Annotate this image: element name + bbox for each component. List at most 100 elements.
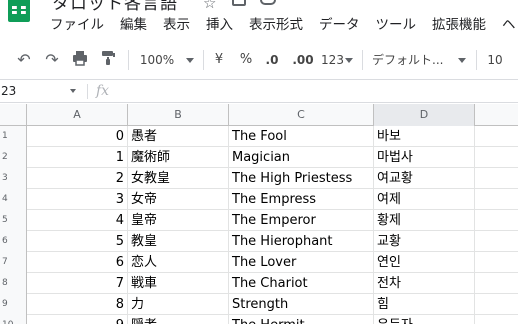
cell-b[interactable]: 戦車 — [128, 273, 229, 294]
cell-b[interactable]: 隠者 — [128, 315, 229, 324]
cell-d[interactable]: 마법사 — [374, 147, 475, 168]
cell-e[interactable] — [475, 126, 518, 147]
font-select[interactable]: デフォルト... — [372, 40, 470, 80]
spreadsheet-grid: A B C D 1 0 愚者 The Fool 바보 2 1 魔術師 Magician 마법사 3 2… — [0, 104, 518, 324]
cell-c[interactable]: Magician — [229, 147, 374, 168]
menu-view[interactable]: 表示 — [163, 15, 190, 35]
cell-d[interactable]: 연인 — [374, 252, 475, 273]
cell-e[interactable] — [475, 210, 518, 231]
cell-e[interactable] — [475, 273, 518, 294]
cell-c[interactable]: The Empress — [229, 189, 374, 210]
row-header[interactable]: 3 — [0, 168, 27, 189]
cell-d[interactable]: 황제 — [374, 210, 475, 231]
cell-d[interactable]: 바보 — [374, 126, 475, 147]
document-title[interactable]: タロット各言語 — [52, 0, 178, 14]
paint-format-icon[interactable] — [98, 50, 118, 70]
percent-format-button[interactable]: % — [236, 40, 256, 80]
select-all-corner[interactable] — [0, 104, 27, 126]
row-header[interactable]: 6 — [0, 231, 27, 252]
row-header[interactable]: 9 — [0, 294, 27, 315]
cell-c[interactable]: Strength — [229, 294, 374, 315]
menu-tools[interactable]: ツール — [376, 15, 417, 35]
column-header-e[interactable] — [475, 104, 518, 126]
cloud-status-icon[interactable] — [260, 0, 276, 5]
column-header-c[interactable]: C — [229, 104, 374, 126]
cell-c[interactable]: The High Priestess — [229, 168, 374, 189]
cell-d[interactable]: 여제 — [374, 189, 475, 210]
undo-icon[interactable]: ↶ — [14, 50, 34, 70]
cell-a[interactable]: 5 — [27, 231, 128, 252]
cell-e[interactable] — [475, 315, 518, 324]
star-icon[interactable]: ☆ — [203, 0, 216, 12]
cell-a[interactable]: 4 — [27, 210, 128, 231]
row-header[interactable]: 8 — [0, 273, 27, 294]
row-header[interactable]: 4 — [0, 189, 27, 210]
menu-help[interactable]: ヘ — [502, 15, 516, 35]
decrease-decimal-button[interactable]: .0 — [262, 40, 282, 80]
row-header[interactable]: 7 — [0, 252, 27, 273]
cell-a[interactable]: 6 — [27, 252, 128, 273]
print-icon[interactable] — [70, 50, 90, 70]
column-header-a[interactable]: A — [27, 104, 128, 126]
cell-e[interactable] — [475, 252, 518, 273]
menu-data[interactable]: データ — [319, 15, 360, 35]
table-row: 7 6 恋人 The Lover 연인 — [0, 252, 518, 273]
cell-b[interactable]: 愚者 — [128, 126, 229, 147]
cell-b[interactable]: 女教皇 — [128, 168, 229, 189]
cell-a[interactable]: 0 — [27, 126, 128, 147]
table-row: 3 2 女教皇 The High Priestess 여교황 — [0, 168, 518, 189]
menu-file[interactable]: ファイル — [50, 15, 104, 35]
table-row: 2 1 魔術師 Magician 마법사 — [0, 147, 518, 168]
cell-b[interactable]: 女帝 — [128, 189, 229, 210]
menu-insert[interactable]: 挿入 — [206, 15, 233, 35]
cell-a[interactable]: 9 — [27, 315, 128, 324]
cell-e[interactable] — [475, 168, 518, 189]
menu-edit[interactable]: 編集 — [120, 15, 147, 35]
cell-e[interactable] — [475, 147, 518, 168]
column-header-b[interactable]: B — [128, 104, 229, 126]
cell-a[interactable]: 7 — [27, 273, 128, 294]
sheets-logo-icon[interactable] — [8, 0, 30, 22]
formula-input[interactable] — [124, 80, 514, 102]
cell-a[interactable]: 3 — [27, 189, 128, 210]
more-formats-button[interactable]: 123 — [319, 40, 355, 80]
cell-c[interactable]: The Lover — [229, 252, 374, 273]
cell-a[interactable]: 2 — [27, 168, 128, 189]
row-header[interactable]: 10 — [0, 315, 27, 324]
cell-c[interactable]: The Chariot — [229, 273, 374, 294]
cell-c[interactable]: The Fool — [229, 126, 374, 147]
menu-extensions[interactable]: 拡張機能 — [432, 15, 486, 35]
cell-c[interactable]: The Emperor — [229, 210, 374, 231]
cell-a[interactable]: 1 — [27, 147, 128, 168]
cell-d[interactable]: 은둔자 — [374, 315, 475, 324]
cell-b[interactable]: 力 — [128, 294, 229, 315]
cell-e[interactable] — [475, 231, 518, 252]
row-header[interactable]: 1 — [0, 126, 27, 147]
currency-format-button[interactable]: ¥ — [210, 40, 228, 80]
row-header[interactable]: 5 — [0, 210, 27, 231]
row-header[interactable]: 2 — [0, 147, 27, 168]
redo-icon[interactable]: ↷ — [42, 50, 62, 70]
cell-b[interactable]: 恋人 — [128, 252, 229, 273]
cell-e[interactable] — [475, 189, 518, 210]
move-to-folder-icon[interactable] — [232, 0, 246, 6]
cell-d[interactable]: 전차 — [374, 273, 475, 294]
cell-b[interactable]: 皇帝 — [128, 210, 229, 231]
cell-b[interactable]: 教皇 — [128, 231, 229, 252]
font-size-input[interactable]: 10 — [484, 40, 506, 80]
cell-e[interactable] — [475, 294, 518, 315]
cell-d[interactable]: 힘 — [374, 294, 475, 315]
cell-d[interactable]: 여교황 — [374, 168, 475, 189]
cell-c[interactable]: The Hierophant — [229, 231, 374, 252]
toolbar-divider — [476, 50, 477, 70]
zoom-select[interactable]: 100% — [136, 40, 198, 80]
cell-b[interactable]: 魔術師 — [128, 147, 229, 168]
cell-c[interactable]: The Hermit — [229, 315, 374, 324]
table-row: 1 0 愚者 The Fool 바보 — [0, 126, 518, 147]
increase-decimal-button[interactable]: .00 — [290, 40, 316, 80]
cell-a[interactable]: 8 — [27, 294, 128, 315]
menu-format[interactable]: 表示形式 — [249, 15, 303, 35]
chevron-down-icon[interactable] — [70, 89, 76, 93]
column-header-d[interactable]: D — [374, 104, 475, 126]
cell-d[interactable]: 교황 — [374, 231, 475, 252]
